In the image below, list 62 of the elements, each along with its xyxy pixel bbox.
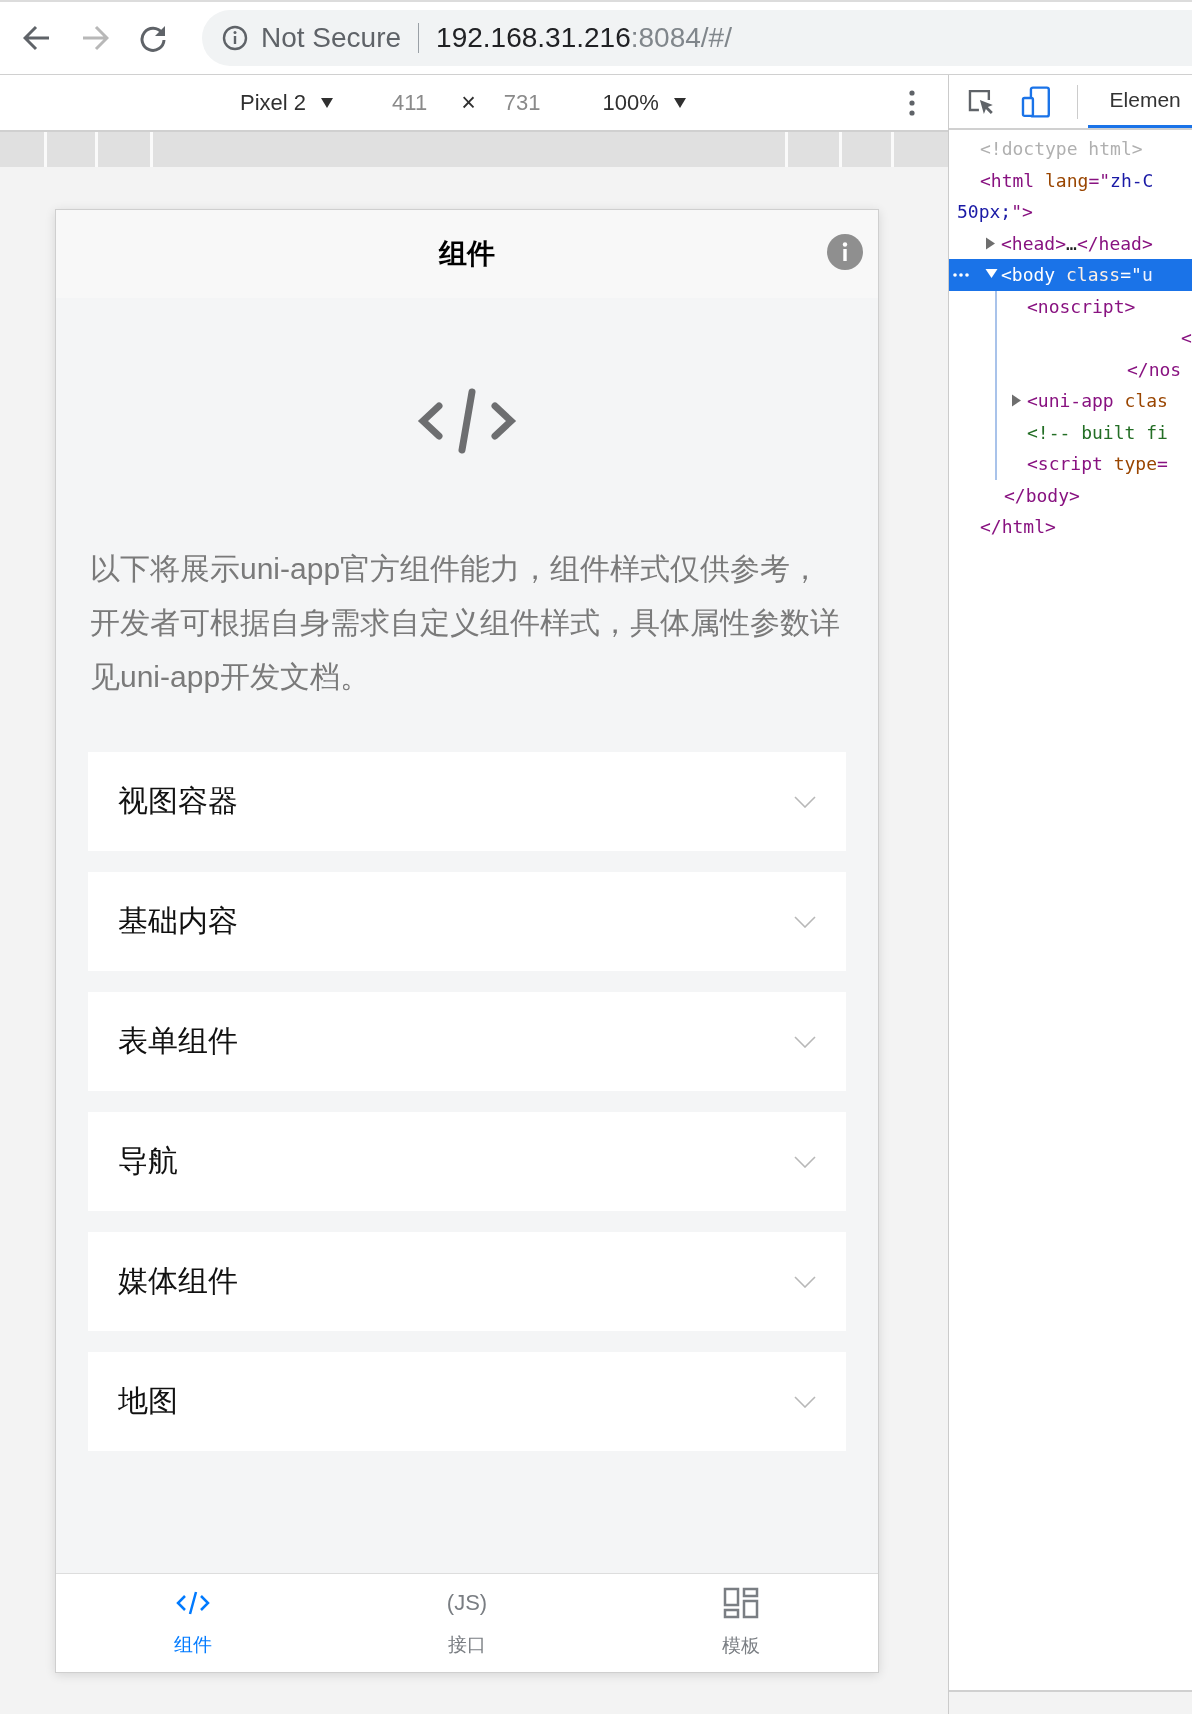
accordion-item[interactable]: 基础内容	[88, 872, 846, 971]
accordion-item[interactable]: 表单组件	[88, 992, 846, 1091]
intro-text: 以下将展示uni-app官方组件能力，组件样式仅供参考，开发者可根据自身需求自定义组件样式，具体属性参数详见uni-app开发文档。	[89, 551, 841, 695]
caret-icon	[320, 96, 335, 109]
code-token: <script	[1027, 453, 1103, 475]
code-token: <	[1181, 327, 1192, 349]
code-token: </nos	[1127, 358, 1182, 380]
code-icon	[417, 388, 517, 454]
address-bar[interactable]: Not Secure 192.168.31.216:8084/#/	[202, 10, 1192, 66]
caret-icon	[672, 96, 687, 109]
collapse-arrow-icon[interactable]	[985, 268, 998, 279]
code-token: <!-- built fi	[1027, 421, 1168, 443]
info-icon[interactable]	[827, 234, 863, 270]
code-token: <body	[1001, 264, 1056, 286]
elements-tab[interactable]: Elemen	[1087, 75, 1192, 128]
code-token: </html>	[980, 516, 1056, 538]
width-value: 411	[392, 89, 428, 116]
code-token: …	[1066, 232, 1077, 254]
code-token: ="	[1120, 264, 1142, 286]
height-value: 731	[503, 89, 541, 116]
code-token: clas	[1123, 390, 1168, 412]
code-token: ="	[1088, 169, 1111, 191]
url-text: 192.168.31.216:8084/#/	[436, 22, 732, 54]
expand-arrow-icon[interactable]	[985, 236, 996, 250]
code-token: </body>	[1004, 484, 1080, 506]
info-icon	[222, 25, 248, 51]
code-token: <html	[980, 169, 1035, 191]
page-title: 组件	[439, 237, 495, 271]
times-sign: ×	[461, 88, 476, 117]
expand-arrow-icon[interactable]	[1011, 394, 1022, 407]
tab-glyph: (JS)	[446, 1589, 488, 1617]
code-token: =	[1157, 453, 1168, 475]
code-token: <noscript>	[1027, 295, 1136, 317]
code-token: <head>	[1001, 232, 1067, 254]
more-dots-icon	[953, 273, 969, 277]
code-token: type	[1112, 453, 1158, 475]
code-token: lang	[1044, 169, 1089, 191]
code-token: zh-C	[1110, 169, 1154, 191]
code-token: <uni-app	[1027, 390, 1114, 412]
reload-icon	[139, 24, 167, 52]
inspect-icon[interactable]	[967, 87, 995, 116]
back-arrow-icon	[23, 25, 51, 51]
accordion-item[interactable]: 媒体组件	[88, 1232, 846, 1331]
code-token: </head>	[1076, 232, 1153, 254]
forward-arrow-icon	[81, 25, 109, 51]
accordion-item[interactable]: 导航	[88, 1112, 846, 1211]
zoom-select[interactable]: 100%	[602, 89, 687, 116]
code-token: 50px;	[957, 201, 1012, 223]
more-menu-icon[interactable]	[909, 89, 915, 116]
accordion-item[interactable]: 地图	[88, 1352, 846, 1451]
device-toggle-icon[interactable]	[1020, 85, 1051, 118]
tab-bar-item[interactable]: 组件	[56, 1574, 330, 1672]
accordion-item[interactable]: 视图容器	[88, 752, 846, 851]
code-token: u	[1141, 264, 1153, 286]
code-token: ">	[1011, 201, 1033, 223]
security-label: Not Secure	[261, 22, 402, 54]
grid-icon	[723, 1587, 759, 1619]
code-token: <!doctype html>	[980, 138, 1143, 160]
tab-bar-item[interactable]: 模板	[604, 1574, 878, 1672]
code-token: class	[1065, 264, 1121, 286]
tab-bar-item[interactable]: (JS) 接口	[330, 1574, 604, 1672]
device-select[interactable]: Pixel 2	[240, 89, 335, 116]
